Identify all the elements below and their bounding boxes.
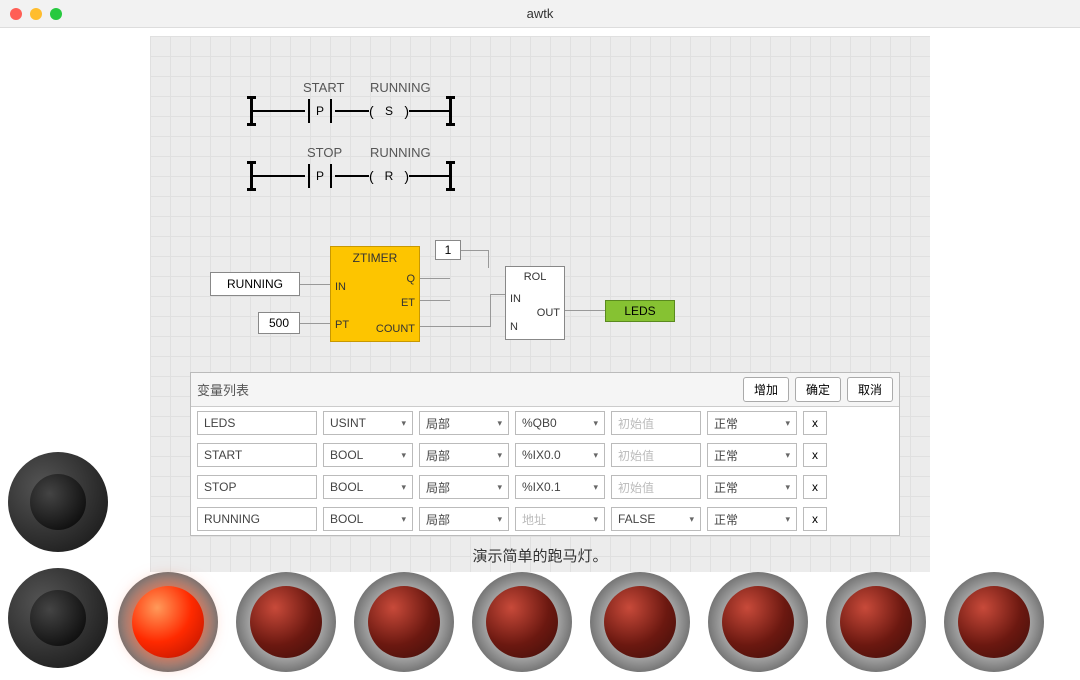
delete-row-button[interactable]: x: [803, 507, 827, 531]
wire-count-h1: [420, 326, 490, 327]
ztimer-block[interactable]: ZTIMER IN PT Q ET COUNT: [330, 246, 420, 342]
joystick-1[interactable]: [8, 452, 108, 552]
vartable-body: LEDSUSINT局部%QB0初始值正常xSTARTBOOL局部%IX0.0初始…: [191, 407, 899, 535]
wire-1-v: [488, 250, 489, 268]
rung1-coil[interactable]: (S): [369, 99, 409, 123]
dropdown-cell[interactable]: BOOL: [323, 475, 413, 499]
vartable-row: LEDSUSINT局部%QB0初始值正常x: [191, 407, 899, 439]
rung1-wire1: [253, 110, 305, 112]
led-bulb: [604, 586, 676, 658]
led-bulb: [132, 586, 204, 658]
rung2-label-running: RUNNING: [370, 145, 431, 160]
led-bulb: [722, 586, 794, 658]
rung1-label-start: START: [303, 80, 344, 95]
led-bulb: [250, 586, 322, 658]
ok-button[interactable]: 确定: [795, 377, 841, 402]
delete-row-button[interactable]: x: [803, 411, 827, 435]
led-4[interactable]: [472, 572, 572, 672]
text-cell[interactable]: 初始值: [611, 475, 701, 499]
rung2-label-stop: STOP: [307, 145, 342, 160]
wire-count-h2: [490, 294, 505, 295]
wire-et: [420, 300, 450, 301]
dropdown-cell[interactable]: %QB0: [515, 411, 605, 435]
wire-out-led: [565, 310, 605, 311]
dropdown-cell[interactable]: 局部: [419, 411, 509, 435]
rung2-contact-p[interactable]: P: [305, 164, 335, 188]
workarea: START RUNNING P (S) STOP RUNNING P (R: [150, 36, 930, 572]
led-7[interactable]: [826, 572, 926, 672]
dropdown-cell[interactable]: %IX0.0: [515, 443, 605, 467]
client-area: START RUNNING P (S) STOP RUNNING P (R: [0, 28, 1080, 680]
vartable-header: 变量列表 增加 确定 取消: [191, 373, 899, 407]
window-title: awtk: [0, 6, 1080, 21]
led-3[interactable]: [354, 572, 454, 672]
led-1[interactable]: [118, 572, 218, 672]
wire-q: [420, 278, 450, 279]
dropdown-cell[interactable]: %IX0.1: [515, 475, 605, 499]
dropdown-cell[interactable]: 正常: [707, 475, 797, 499]
text-cell[interactable]: LEDS: [197, 411, 317, 435]
rung2-wire2: [335, 175, 369, 177]
led-bulb: [486, 586, 558, 658]
const-1-box[interactable]: 1: [435, 240, 461, 260]
rung2-coil[interactable]: (R): [369, 164, 409, 188]
dropdown-cell[interactable]: 正常: [707, 443, 797, 467]
led-bulb: [958, 586, 1030, 658]
rung1-wire2: [335, 110, 369, 112]
delete-row-button[interactable]: x: [803, 475, 827, 499]
text-cell[interactable]: 初始值: [611, 443, 701, 467]
vartable-row: STARTBOOL局部%IX0.0初始值正常x: [191, 439, 899, 471]
leds-sink-box[interactable]: LEDS: [605, 300, 675, 322]
rol-block[interactable]: ROL IN N OUT: [505, 266, 565, 340]
delete-row-button[interactable]: x: [803, 443, 827, 467]
dropdown-cell[interactable]: 正常: [707, 411, 797, 435]
const-500-box[interactable]: 500: [258, 312, 300, 334]
vartable-row: STOPBOOL局部%IX0.1初始值正常x: [191, 471, 899, 503]
dropdown-cell[interactable]: FALSE: [611, 507, 701, 531]
led-8[interactable]: [944, 572, 1044, 672]
demo-caption: 演示简单的跑马灯。: [150, 545, 930, 566]
led-6[interactable]: [708, 572, 808, 672]
cancel-button[interactable]: 取消: [847, 377, 893, 402]
dropdown-cell[interactable]: 局部: [419, 507, 509, 531]
rung1-right-rail: [449, 96, 452, 126]
add-button[interactable]: 增加: [743, 377, 789, 402]
variable-table: 变量列表 增加 确定 取消 LEDSUSINT局部%QB0初始值正常xSTART…: [190, 372, 900, 536]
rung1-contact-p[interactable]: P: [305, 99, 335, 123]
led-bulb: [840, 586, 912, 658]
dropdown-cell[interactable]: BOOL: [323, 507, 413, 531]
dropdown-cell[interactable]: BOOL: [323, 443, 413, 467]
rung1-label-running: RUNNING: [370, 80, 431, 95]
wire-count-v: [490, 294, 491, 327]
led-5[interactable]: [590, 572, 690, 672]
wire-running-in: [300, 284, 330, 285]
text-cell[interactable]: START: [197, 443, 317, 467]
running-source-box[interactable]: RUNNING: [210, 272, 300, 296]
wire-500-pt: [300, 323, 330, 324]
text-cell[interactable]: RUNNING: [197, 507, 317, 531]
led-2[interactable]: [236, 572, 336, 672]
rung2-wire3: [409, 175, 449, 177]
text-cell[interactable]: 初始值: [611, 411, 701, 435]
vartable-row: RUNNINGBOOL局部地址FALSE正常x: [191, 503, 899, 535]
vartable-title: 变量列表: [197, 380, 249, 399]
joystick-2[interactable]: [8, 568, 108, 668]
rung2-right-rail: [449, 161, 452, 191]
text-cell[interactable]: STOP: [197, 475, 317, 499]
wire-1-h: [461, 250, 489, 251]
dropdown-cell[interactable]: 地址: [515, 507, 605, 531]
dropdown-cell[interactable]: USINT: [323, 411, 413, 435]
dropdown-cell[interactable]: 正常: [707, 507, 797, 531]
dropdown-cell[interactable]: 局部: [419, 475, 509, 499]
titlebar: awtk: [0, 0, 1080, 28]
rung2-wire1: [253, 175, 305, 177]
led-row: [118, 568, 1070, 676]
led-bulb: [368, 586, 440, 658]
rung1-wire3: [409, 110, 449, 112]
dropdown-cell[interactable]: 局部: [419, 443, 509, 467]
